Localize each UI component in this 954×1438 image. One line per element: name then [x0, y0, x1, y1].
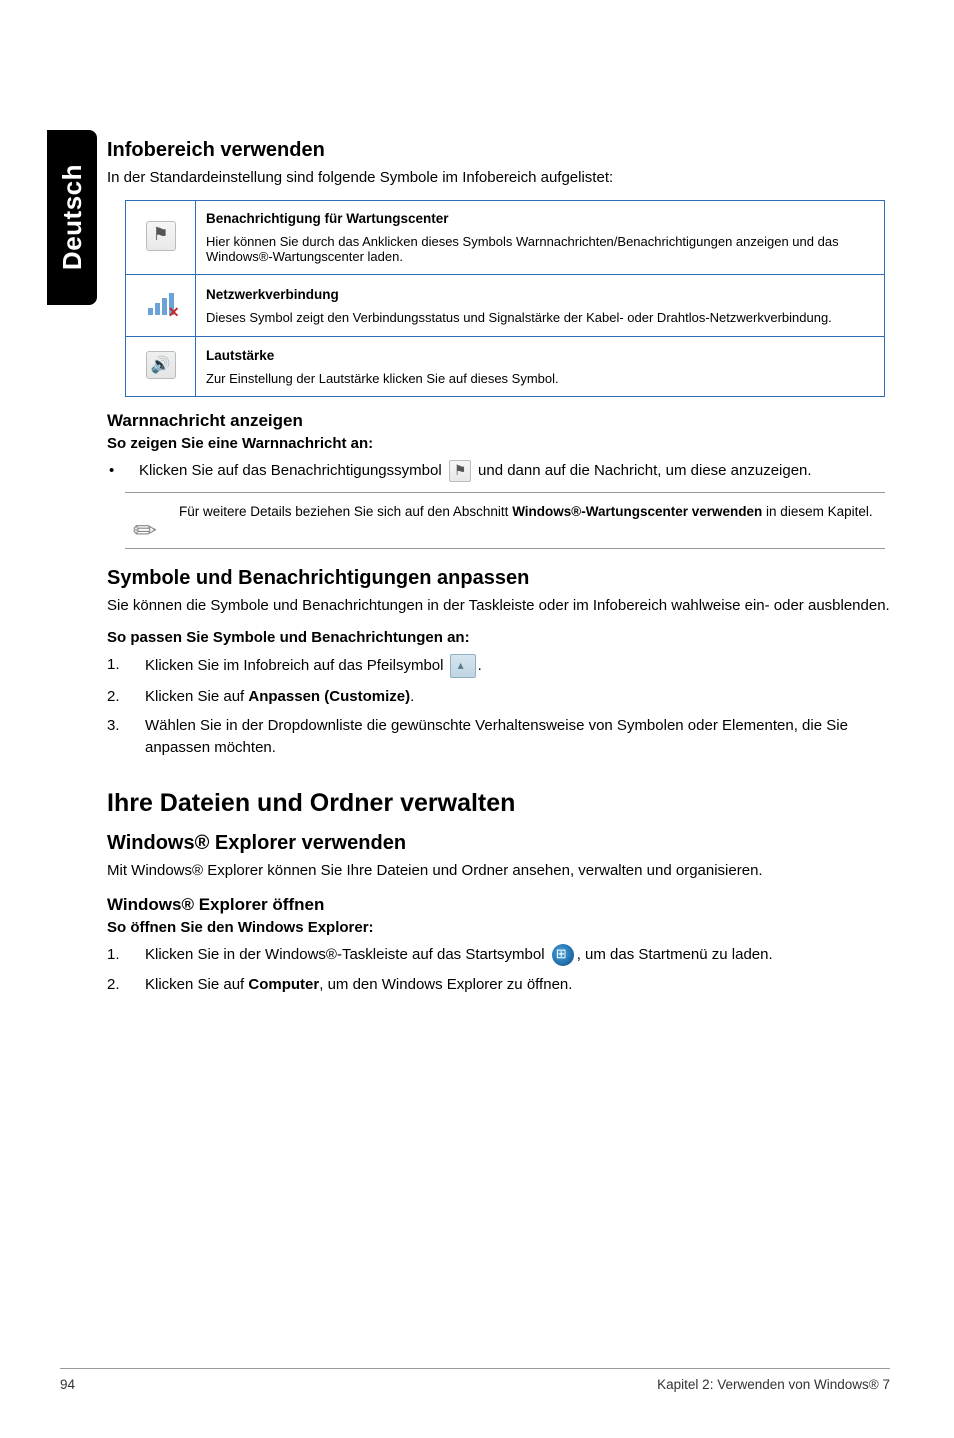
- note-box: ✎ Für weitere Details beziehen Sie sich …: [125, 492, 885, 549]
- warn-lead: So zeigen Sie eine Warnnachricht an:: [107, 435, 897, 452]
- action-center-flag-icon: [449, 460, 471, 482]
- table-row: Lautstärke Zur Einstellung der Lautstärk…: [126, 337, 885, 397]
- step-text: Wählen Sie in der Dropdownliste die gewü…: [145, 715, 897, 759]
- chapter-label: Kapitel 2: Verwenden von Windows® 7: [657, 1377, 890, 1392]
- customize-steps: 1. Klicken Sie im Infobreich auf das Pfe…: [107, 654, 897, 759]
- row-title: Benachrichtigung für Wartungscenter: [206, 211, 874, 226]
- network-signal-icon: ✕: [144, 289, 178, 319]
- table-text-cell: Benachrichtigung für Wartungscenter Hier…: [196, 201, 885, 275]
- tray-icons-table: Benachrichtigung für Wartungscenter Hier…: [125, 200, 885, 397]
- table-icon-cell: [126, 337, 196, 397]
- page-content: Infobereich verwenden In der Standardein…: [107, 139, 897, 1004]
- warn-bullet: • Klicken Sie auf das Benachrichtigungss…: [109, 460, 897, 482]
- row-body: Zur Einstellung der Lautstärke klicken S…: [206, 371, 559, 386]
- explorer-open-steps: 1. Klicken Sie in der Windows®-Taskleist…: [107, 944, 897, 996]
- tray-arrow-icon: [450, 654, 476, 678]
- language-side-tab: Deutsch: [47, 130, 97, 305]
- list-item: 3. Wählen Sie in der Dropdownliste die g…: [107, 715, 897, 759]
- step-text: Klicken Sie im Infobreich auf das Pfeils…: [145, 654, 897, 678]
- list-item: 1. Klicken Sie im Infobreich auf das Pfe…: [107, 654, 897, 678]
- explorer-intro: Mit Windows® Explorer können Sie Ihre Da…: [107, 861, 897, 881]
- infobereich-heading: Infobereich verwenden: [107, 139, 897, 162]
- step-text: Klicken Sie auf Computer, um den Windows…: [145, 974, 897, 996]
- explorer-heading: Windows® Explorer verwenden: [107, 832, 897, 855]
- text-fragment: Für weitere Details beziehen Sie sich au…: [179, 504, 512, 519]
- volume-speaker-icon: [146, 351, 176, 379]
- row-title: Netzwerkverbindung: [206, 287, 874, 302]
- text-fragment: in diesem Kapitel.: [762, 504, 872, 519]
- note-bold: Windows®-Wartungscenter verwenden: [512, 504, 762, 519]
- list-item: 1. Klicken Sie in der Windows®-Taskleist…: [107, 944, 897, 966]
- files-main-heading: Ihre Dateien und Ordner verwalten: [107, 789, 897, 818]
- row-body: Hier können Sie durch das Anklicken dies…: [206, 234, 839, 264]
- step-number: 1.: [107, 654, 145, 678]
- customize-lead: So passen Sie Symbole und Benachrichtung…: [107, 629, 897, 646]
- text-fragment: , um das Startmenü zu laden.: [577, 946, 773, 963]
- row-title: Lautstärke: [206, 348, 874, 363]
- customize-heading: Symbole und Benachrichtigungen anpassen: [107, 567, 897, 590]
- warn-bullet-text: Klicken Sie auf das Benachrichtigungssym…: [139, 460, 897, 482]
- text-fragment: , um den Windows Explorer zu öffnen.: [319, 976, 572, 993]
- page-footer: 94 Kapitel 2: Verwenden von Windows® 7: [60, 1368, 890, 1392]
- warn-heading: Warnnachricht anzeigen: [107, 411, 897, 431]
- text-fragment: Klicken Sie auf: [145, 688, 248, 705]
- text-fragment: Klicken Sie auf: [145, 976, 248, 993]
- customize-intro: Sie können die Symbole und Benachrichtun…: [107, 596, 897, 616]
- table-row: ✕ Netzwerkverbindung Dieses Symbol zeigt…: [126, 275, 885, 337]
- table-icon-cell: ✕: [126, 275, 196, 337]
- text-fragment: .: [410, 688, 414, 705]
- step-bold: Anpassen (Customize): [248, 688, 410, 705]
- row-body: Dieses Symbol zeigt den Verbindungsstatu…: [206, 310, 832, 325]
- explorer-open-heading: Windows® Explorer öffnen: [107, 895, 897, 915]
- step-text: Klicken Sie auf Anpassen (Customize).: [145, 686, 897, 708]
- table-text-cell: Lautstärke Zur Einstellung der Lautstärk…: [196, 337, 885, 397]
- list-item: 2. Klicken Sie auf Computer, um den Wind…: [107, 974, 897, 996]
- step-number: 1.: [107, 944, 145, 966]
- page-number: 94: [60, 1377, 75, 1392]
- step-number: 3.: [107, 715, 145, 759]
- text-fragment: Klicken Sie auf das Benachrichtigungssym…: [139, 462, 446, 479]
- table-icon-cell: [126, 201, 196, 275]
- windows-start-icon: [552, 944, 574, 966]
- language-label: Deutsch: [57, 164, 88, 270]
- table-text-cell: Netzwerkverbindung Dieses Symbol zeigt d…: [196, 275, 885, 337]
- text-fragment: .: [478, 657, 482, 674]
- text-fragment: Klicken Sie im Infobreich auf das Pfeils…: [145, 657, 448, 674]
- infobereich-intro: In der Standardeinstellung sind folgende…: [107, 168, 897, 188]
- list-item: 2. Klicken Sie auf Anpassen (Customize).: [107, 686, 897, 708]
- text-fragment: und dann auf die Nachricht, um diese anz…: [478, 462, 812, 479]
- explorer-open-lead: So öffnen Sie den Windows Explorer:: [107, 919, 897, 936]
- note-text: Für weitere Details beziehen Sie sich au…: [179, 503, 873, 522]
- text-fragment: Klicken Sie in der Windows®-Taskleiste a…: [145, 946, 549, 963]
- pencil-note-icon: ✎: [124, 491, 184, 551]
- step-text: Klicken Sie in der Windows®-Taskleiste a…: [145, 944, 897, 966]
- bullet-marker: •: [109, 460, 139, 482]
- action-center-flag-icon: [146, 221, 176, 251]
- table-row: Benachrichtigung für Wartungscenter Hier…: [126, 201, 885, 275]
- step-bold: Computer: [248, 976, 319, 993]
- step-number: 2.: [107, 974, 145, 996]
- step-number: 2.: [107, 686, 145, 708]
